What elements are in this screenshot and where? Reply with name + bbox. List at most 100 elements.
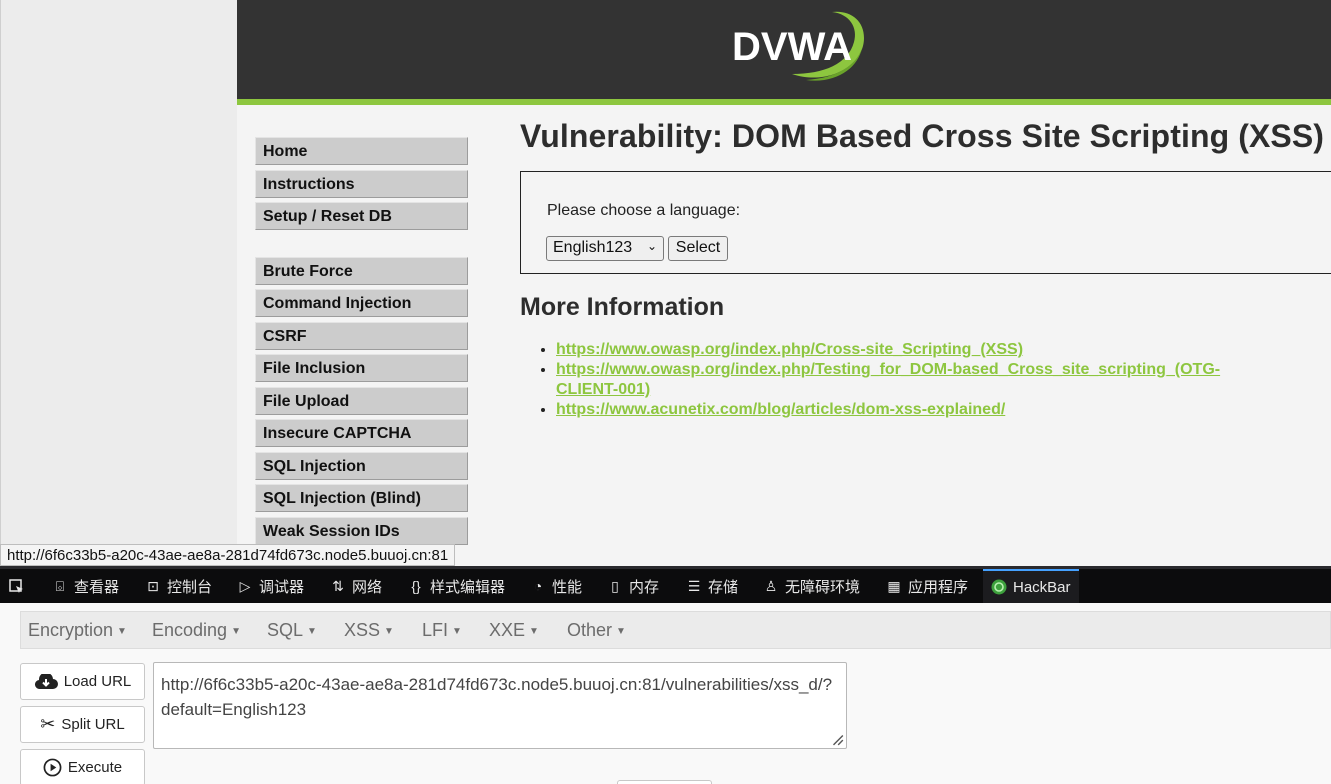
main-content: Vulnerability: DOM Based Cross Site Scri…: [520, 118, 1331, 418]
menu-sql[interactable]: SQL ▼: [267, 620, 317, 641]
menu-label: SQL: [267, 620, 304, 640]
menu-item-brute-force[interactable]: Brute Force: [255, 256, 468, 285]
tab-debugger[interactable]: ▷ 调试器: [237, 569, 304, 603]
menu-label: Encoding: [152, 620, 228, 640]
left-gutter: [0, 0, 237, 566]
hackbar-post-toggle[interactable]: [617, 780, 712, 784]
tab-label: 内存: [629, 578, 660, 596]
tab-label: 样式编辑器: [430, 578, 506, 596]
header-green-bar: [237, 99, 1331, 105]
button-label: Load URL: [63, 673, 132, 690]
language-select[interactable]: English123 ⌄: [546, 236, 664, 261]
cloud-download-icon: [34, 673, 58, 689]
info-link-acunetix[interactable]: https://www.acunetix.com/blog/articles/d…: [556, 401, 1005, 418]
tab-label: 控制台: [167, 578, 213, 596]
load-url-button[interactable]: Load URL: [20, 663, 145, 700]
dvwa-logo: DVWA: [732, 11, 864, 81]
menu-item-sql-injection[interactable]: SQL Injection: [255, 451, 468, 480]
menu-item-file-upload[interactable]: File Upload: [255, 386, 468, 415]
language-select-value: English123: [553, 239, 633, 256]
caret-down-icon: ▼: [117, 625, 127, 637]
tab-storage[interactable]: ☰ 存储: [686, 569, 738, 603]
tab-label: 调试器: [259, 578, 305, 596]
menu-label: Other: [567, 620, 613, 640]
button-label: Execute: [67, 759, 123, 776]
menu-other[interactable]: Other ▼: [567, 620, 626, 641]
menu-label: LFI: [422, 620, 449, 640]
tab-label: 查看器: [74, 578, 120, 596]
caret-down-icon: ▼: [307, 625, 317, 637]
inspector-icon: ⌺: [55, 577, 65, 594]
menu-lfi[interactable]: LFI ▼: [422, 620, 462, 641]
tab-label: 性能: [552, 578, 583, 596]
menu-item-csrf[interactable]: CSRF: [255, 321, 468, 350]
tab-inspector[interactable]: ⌺ 查看器: [52, 569, 119, 603]
menu-label: XXE: [489, 620, 526, 640]
menu-item-home[interactable]: Home: [255, 137, 468, 165]
menu-item-weak-session-ids[interactable]: Weak Session IDs: [255, 516, 468, 545]
menu-item-file-inclusion[interactable]: File Inclusion: [255, 354, 468, 382]
caret-down-icon: ▼: [452, 625, 462, 637]
menu-label: Encryption: [28, 620, 114, 640]
menu-xss[interactable]: XSS ▼: [344, 620, 394, 641]
play-circle-icon: [43, 758, 62, 777]
element-picker-button[interactable]: [8, 569, 24, 603]
list-item: https://www.owasp.org/index.php/Cross-si…: [556, 340, 1256, 360]
tab-memory[interactable]: ▯ 内存: [607, 569, 659, 603]
hackbar-panel: Encryption ▼ Encoding ▼ SQL ▼ XSS ▼ LFI ▼ XXE…: [0, 603, 1331, 784]
caret-down-icon: ▼: [384, 625, 394, 637]
tab-network[interactable]: ⇅ 网络: [330, 569, 382, 603]
tab-application[interactable]: ▦ 应用程序: [886, 569, 968, 603]
menu-item-insecure-captcha[interactable]: Insecure CAPTCHA: [255, 419, 468, 447]
more-info-links: https://www.owasp.org/index.php/Cross-si…: [556, 340, 1256, 420]
memory-icon: ▯: [611, 577, 619, 594]
menu-encoding[interactable]: Encoding ▼: [152, 620, 241, 641]
menu-item-instructions[interactable]: Instructions: [255, 169, 468, 198]
tab-console[interactable]: ⊡ 控制台: [145, 569, 212, 603]
network-icon: ⇅: [332, 577, 344, 594]
more-info-heading: More Information: [520, 293, 725, 321]
devtools-toolbar: ⌺ 查看器 ⊡ 控制台 ▷ 调试器 ⇅ 网络 {} 样式编辑器 ◔ 性能 ▯ 内存 ☰ 存储 ♙…: [0, 566, 1331, 603]
storage-icon: ☰: [687, 577, 701, 594]
tab-label: 存储: [708, 578, 739, 596]
element-picker-icon: [9, 579, 23, 593]
performance-icon: ◔: [533, 578, 543, 594]
caret-down-icon: ▼: [231, 625, 241, 637]
split-url-button[interactable]: ✂ Split URL: [20, 706, 145, 743]
resize-handle-icon[interactable]: [830, 732, 844, 746]
select-button[interactable]: Select: [668, 236, 728, 261]
logo-text: DVWA: [732, 25, 852, 69]
tab-performance[interactable]: ◔ 性能: [530, 569, 582, 603]
url-textarea[interactable]: http://6f6c33b5-a20c-43ae-ae8a-281d74fd6…: [153, 662, 847, 749]
hackbar-icon: [991, 579, 1007, 595]
vulnerable-code-area: Please choose a language: English123 ⌄ S…: [520, 171, 1331, 274]
caret-down-icon: ▼: [616, 625, 626, 637]
tab-label: 无障碍环境: [785, 578, 861, 596]
menu-encryption[interactable]: Encryption ▼: [28, 620, 127, 641]
tab-label: HackBar: [1013, 578, 1071, 596]
tab-accessibility[interactable]: ♙ 无障碍环境: [763, 569, 860, 603]
console-icon: ⊡: [147, 577, 159, 594]
style-editor-icon: {}: [411, 578, 421, 594]
list-item: https://www.owasp.org/index.php/Testing_…: [556, 360, 1256, 400]
debugger-icon: ▷: [239, 577, 251, 594]
menu-item-command-injection[interactable]: Command Injection: [255, 289, 468, 317]
list-item: https://www.acunetix.com/blog/articles/d…: [556, 400, 1256, 420]
tab-style-editor[interactable]: {} 样式编辑器: [408, 569, 505, 603]
menu-item-sql-injection-blind[interactable]: SQL Injection (Blind): [255, 484, 468, 512]
info-link-owasp-xss[interactable]: https://www.owasp.org/index.php/Cross-si…: [556, 341, 1023, 358]
menu-xxe[interactable]: XXE ▼: [489, 620, 539, 641]
tab-hackbar[interactable]: HackBar: [983, 569, 1079, 603]
tab-label: 应用程序: [908, 578, 969, 596]
menu-primary: Home Instructions Setup / Reset DB: [255, 137, 468, 230]
chevron-down-icon: ⌄: [646, 239, 657, 253]
info-link-owasp-dom-xss[interactable]: https://www.owasp.org/index.php/Testing_…: [556, 361, 1220, 398]
side-menu: Home Instructions Setup / Reset DB Brute F…: [255, 137, 468, 549]
execute-button[interactable]: Execute: [20, 749, 145, 784]
menu-item-setup-reset-db[interactable]: Setup / Reset DB: [255, 202, 468, 230]
status-bar-url: http://6f6c33b5-a20c-43ae-ae8a-281d74fd6…: [0, 544, 456, 566]
language-label: Please choose a language:: [547, 202, 741, 219]
scissors-icon: ✂: [40, 714, 56, 734]
button-label: Split URL: [61, 716, 125, 733]
url-text: http://6f6c33b5-a20c-43ae-ae8a-281d74fd6…: [161, 675, 833, 719]
